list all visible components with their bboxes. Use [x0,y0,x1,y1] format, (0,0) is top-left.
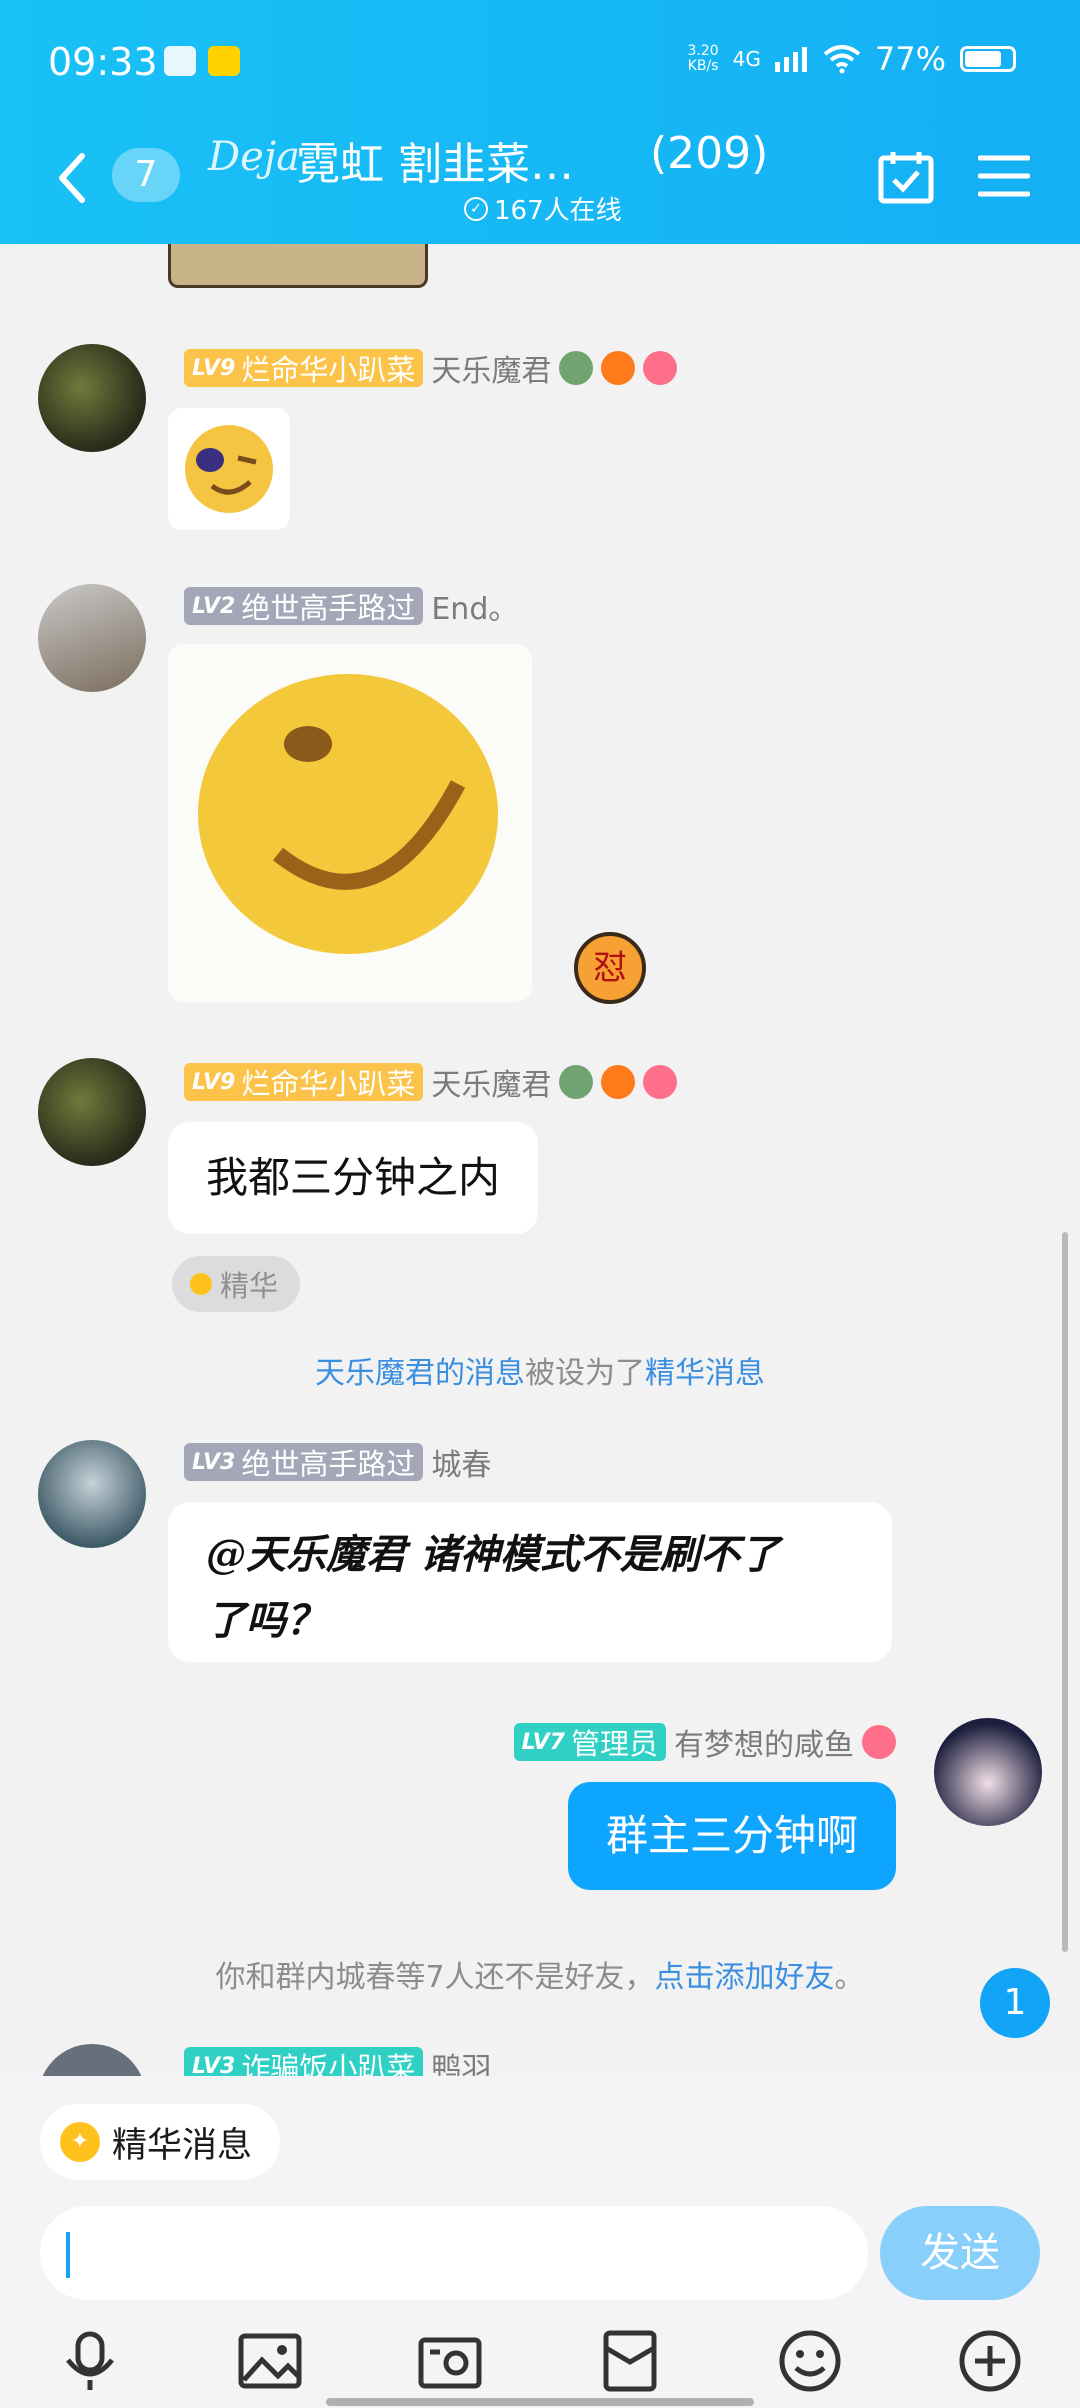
level-badge: LV9 烂命华小趴菜 [184,1063,424,1101]
status-bar: 09:33 3.20 KB/s 4G 77% [0,0,1080,120]
flower-icon [643,351,678,385]
online-count: ✓ 167人在线 [464,190,622,227]
flower-icon [643,1065,678,1099]
card-image-partial[interactable] [168,244,428,288]
chat-header: 09:33 3.20 KB/s 4G 77% 7 Deja 霓虹 割韭菜… (2… [0,0,1080,244]
status-right: 3.20 KB/s 4G 77% [687,40,1016,78]
dragon-icon [559,1065,594,1099]
group-name[interactable]: 霓虹 割韭菜… [296,128,574,192]
battery-percent: 77% [874,40,946,78]
red-packet-icon[interactable] [598,2330,662,2392]
message-bubble[interactable]: 群主三分钟啊 [568,1782,897,1890]
fire-icon [601,351,636,385]
image-icon[interactable] [238,2330,302,2392]
smile-emoji-icon [198,674,498,954]
avatar[interactable] [38,1440,146,1548]
plus-icon[interactable] [958,2330,1022,2392]
avatar[interactable] [38,344,146,452]
sender-line: LV9 烂命华小趴菜 天乐魔君 [184,346,678,390]
flower-icon [862,1725,896,1759]
diamond-icon [190,1273,212,1295]
sender-line: LV3 绝世高手路过 城春 [184,1440,491,1484]
message-bubble[interactable]: 我都三分钟之内 [168,1122,539,1234]
avatar[interactable] [934,1718,1042,1826]
message-bubble[interactable]: @天乐魔君 诸神模式不是刷不了 了吗？ [168,1502,892,1662]
level-badge: LV3 绝世高手路过 [184,1443,424,1481]
sender-name[interactable]: End。 [431,584,518,628]
level-badge: LV9 烂命华小趴菜 [184,349,424,387]
microphone-icon[interactable] [58,2330,122,2392]
camera-icon[interactable] [418,2330,482,2392]
member-count[interactable]: (209) [650,128,768,179]
essence-notice: 天乐魔君的消息被设为了精华消息 [315,1356,765,1391]
level-badge: LV2 绝世高手路过 [184,587,424,625]
signal-label: 4G [732,47,761,71]
sender-name[interactable]: 有梦想的咸鱼 [674,1720,854,1764]
essence-messages-button[interactable]: ✦ 精华消息 [40,2104,281,2180]
level-badge: LV7 管理员 [513,1723,666,1761]
dragon-icon [559,351,594,385]
send-button[interactable]: 发送 [880,2206,1040,2300]
sender-name[interactable]: 天乐魔君 [431,346,551,390]
sender-line: LV2 绝世高手路过 End。 [184,584,518,628]
signal-icon [774,47,807,72]
sender-line: LV9 烂命华小趴菜 天乐魔君 [184,1060,678,1104]
scrollbar[interactable] [1062,1232,1068,1952]
essence-tag[interactable]: 精华 [172,1256,301,1312]
calendar-notification-icon [164,46,196,76]
composer: ✦ 精华消息 发送 [0,2076,1080,2408]
wink-emoji-icon [185,425,273,513]
friend-notice: 你和群内城春等7人还不是好友，点击添加好友。 [215,1960,865,1995]
calendar-check-icon[interactable] [878,150,934,204]
emoji-icon[interactable] [778,2330,842,2392]
group-logo: Deja [208,134,300,180]
unread-count[interactable]: 7 [112,148,180,202]
net-speed: 3.20 KB/s [687,43,719,74]
status-time: 09:33 [48,40,158,84]
new-message-count[interactable]: 1 [980,1968,1050,2038]
wifi-icon [823,45,861,74]
avatar[interactable] [38,584,146,692]
message-input[interactable] [40,2206,868,2300]
text-caret [66,2232,70,2278]
sender-line: LV7 管理员 有梦想的咸鱼 [513,1720,896,1764]
avatar[interactable] [38,1058,146,1166]
sender-name[interactable]: 天乐魔君 [431,1060,551,1104]
app-notification-icon [208,46,240,76]
online-check-icon: ✓ [464,196,488,221]
diamond-icon: ✦ [60,2122,100,2162]
back-arrow-icon[interactable] [52,148,92,208]
battery-icon [960,46,1016,72]
sticker-smile-face[interactable] [168,644,532,1002]
reaction-icon[interactable]: 怼 [574,932,646,1004]
sender-name[interactable]: 城春 [431,1440,491,1484]
sticker-wink-face[interactable] [168,408,290,530]
fire-icon [601,1065,636,1099]
menu-icon[interactable] [978,154,1030,198]
home-indicator[interactable] [326,2398,754,2406]
